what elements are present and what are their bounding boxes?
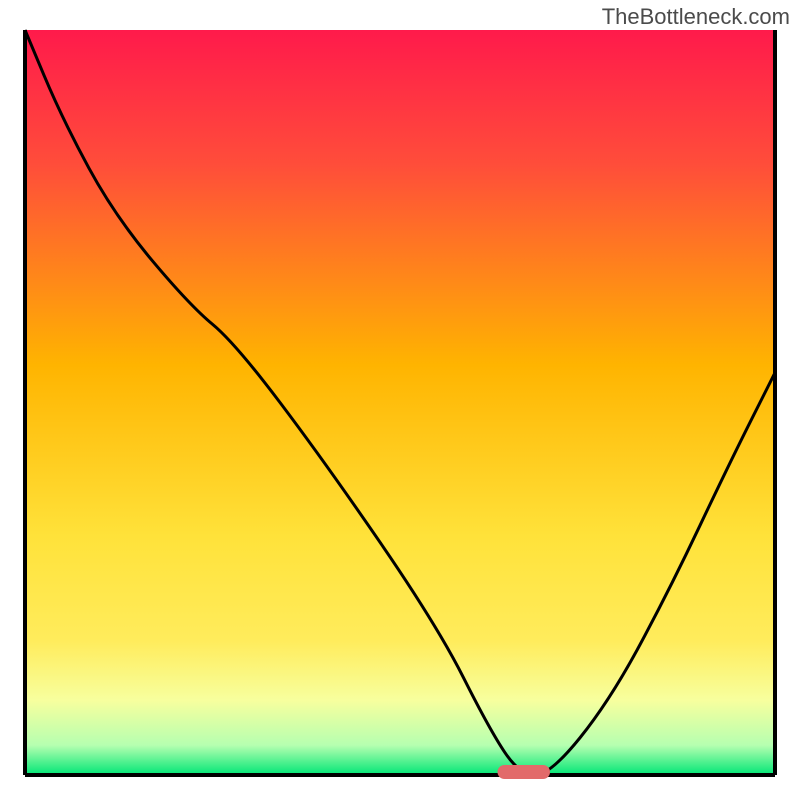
- chart-background: [25, 30, 775, 775]
- bottleneck-chart: [0, 0, 800, 800]
- watermark-text: TheBottleneck.com: [602, 4, 790, 30]
- optimal-marker: [498, 765, 551, 779]
